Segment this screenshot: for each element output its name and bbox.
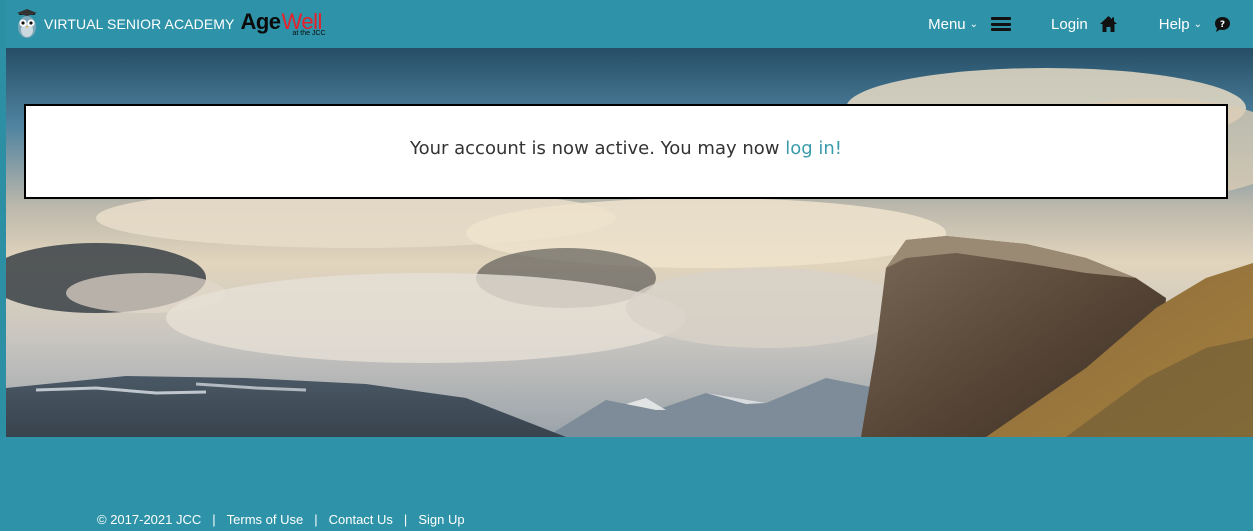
footer-links: © 2017-2021 JCC | Terms of Use | Contact… bbox=[97, 512, 465, 527]
chevron-down-icon: ⌄ bbox=[969, 19, 979, 30]
svg-text:?: ? bbox=[1220, 20, 1225, 30]
owl-logo-icon bbox=[16, 9, 38, 39]
brand-home-link[interactable]: VIRTUAL SENIOR ACADEMY Age Well at the J… bbox=[16, 9, 332, 39]
footer-separator: | bbox=[403, 512, 408, 527]
hamburger-icon bbox=[991, 17, 1012, 31]
brand-name: VIRTUAL SENIOR ACADEMY bbox=[44, 16, 235, 32]
terms-of-use-link[interactable]: Terms of Use bbox=[227, 512, 304, 527]
sign-up-link[interactable]: Sign Up bbox=[418, 512, 464, 527]
footer-separator: | bbox=[212, 512, 216, 527]
footer-separator: | bbox=[314, 512, 318, 527]
logo-age-text: Age bbox=[240, 9, 281, 34]
logo-sub-text: at the JCC bbox=[292, 30, 326, 37]
login-label: Login bbox=[1051, 15, 1088, 33]
chevron-down-icon: ⌄ bbox=[1193, 19, 1202, 30]
login-link[interactable]: Login bbox=[1051, 16, 1117, 33]
left-edge-bar bbox=[0, 0, 6, 437]
top-navbar: VIRTUAL SENIOR ACADEMY Age Well at the J… bbox=[6, 0, 1253, 48]
footer: © 2017-2021 JCC | Terms of Use | Contact… bbox=[0, 437, 1253, 531]
question-bubble-icon: ? bbox=[1214, 16, 1231, 33]
activation-message-card: Your account is now active. You may now … bbox=[24, 104, 1228, 199]
menu-dropdown[interactable]: Menu ⌄ bbox=[928, 15, 1012, 33]
login-link-inline[interactable]: log in! bbox=[785, 138, 842, 159]
menu-label: Menu bbox=[928, 15, 966, 33]
main-nav: Menu ⌄ Login Help ⌄ ? bbox=[928, 0, 1253, 48]
activation-message: Your account is now active. You may now … bbox=[410, 138, 842, 159]
footer-copyright: © 2017-2021 JCC bbox=[97, 512, 202, 527]
help-label: Help bbox=[1158, 15, 1190, 33]
activation-message-text: Your account is now active. You may now bbox=[409, 138, 786, 159]
help-dropdown[interactable]: Help ⌄ ? bbox=[1159, 16, 1231, 33]
contact-us-link[interactable]: Contact Us bbox=[329, 512, 393, 527]
agewell-logo: Age Well at the JCC bbox=[240, 9, 332, 39]
home-icon bbox=[1099, 16, 1117, 32]
